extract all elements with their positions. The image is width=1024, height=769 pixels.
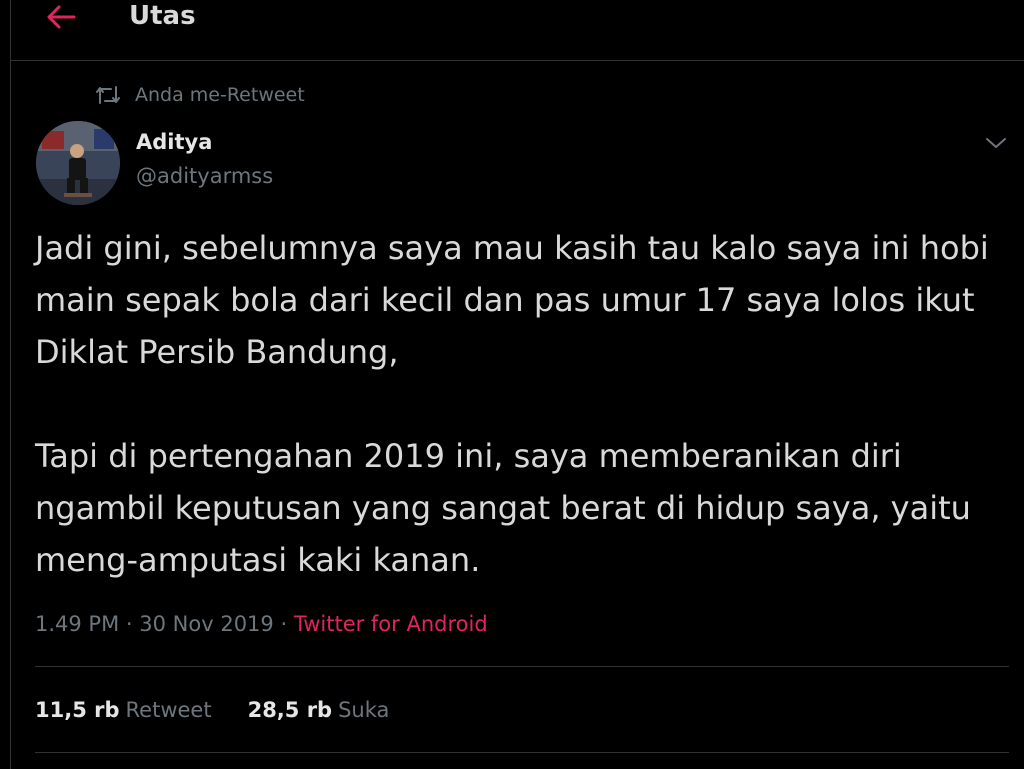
tweet-paragraph: Jadi gini, sebelumnya saya mau kasih tau… bbox=[35, 229, 989, 371]
likes-label: Suka bbox=[338, 698, 390, 722]
tweet-paragraph: Tapi di pertengahan 2019 ini, saya membe… bbox=[35, 437, 971, 579]
retweet-context-text: Anda me-Retweet bbox=[135, 84, 305, 106]
tweet-more-button[interactable] bbox=[981, 128, 1011, 158]
arrow-left-icon bbox=[47, 5, 76, 29]
retweet-icon bbox=[95, 82, 121, 108]
divider bbox=[35, 666, 1009, 667]
tweet-date[interactable]: 30 Nov 2019 bbox=[139, 612, 274, 636]
page-title: Utas bbox=[129, 1, 196, 31]
tweet-meta: 1.49 PM · 30 Nov 2019 · Twitter for Andr… bbox=[35, 608, 488, 640]
retweets-stat[interactable]: 11,5 rb Retweet bbox=[35, 694, 212, 726]
thread-page: Utas Anda me-Retweet Aditya @adityarmss bbox=[10, 0, 1024, 769]
page-header: Utas bbox=[11, 0, 1024, 61]
user-name[interactable]: Aditya bbox=[136, 130, 212, 154]
likes-stat[interactable]: 28,5 rb Suka bbox=[248, 694, 390, 726]
tweet-text: Jadi gini, sebelumnya saya mau kasih tau… bbox=[35, 222, 1005, 586]
chevron-down-icon bbox=[986, 138, 1006, 148]
likes-count: 28,5 rb bbox=[247, 698, 333, 722]
tweet-source-link[interactable]: Twitter for Android bbox=[294, 612, 488, 636]
retweets-count: 11,5 rb bbox=[35, 698, 120, 722]
meta-separator: · bbox=[125, 612, 133, 636]
tweet-stats: 11,5 rb Retweet 28,5 rb Suka bbox=[35, 694, 425, 726]
meta-separator: · bbox=[280, 612, 288, 636]
avatar-photo bbox=[36, 121, 120, 205]
tweet-time[interactable]: 1.49 PM bbox=[35, 612, 119, 636]
retweet-context[interactable]: Anda me-Retweet bbox=[95, 82, 305, 108]
divider bbox=[35, 752, 1009, 753]
user-handle[interactable]: @adityarmss bbox=[136, 164, 273, 188]
avatar[interactable] bbox=[36, 121, 120, 205]
retweets-label: Retweet bbox=[125, 698, 212, 722]
back-button[interactable] bbox=[43, 0, 79, 34]
